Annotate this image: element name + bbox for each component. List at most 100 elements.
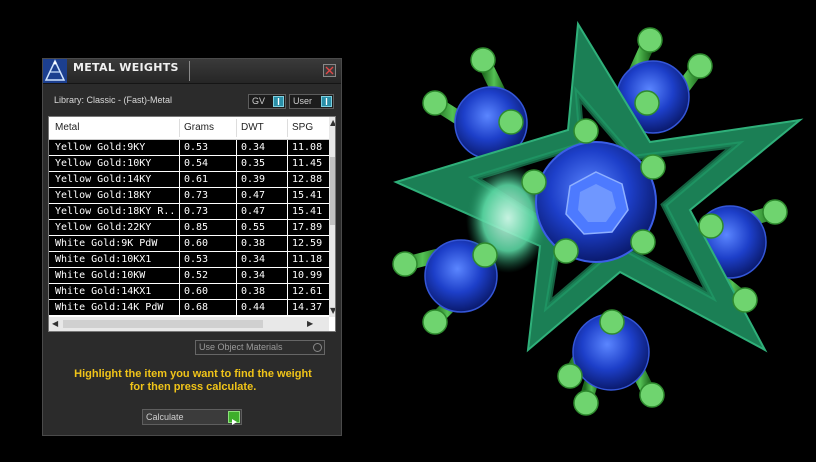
chevron-right-icon[interactable]: ▶ bbox=[307, 320, 313, 328]
table-row[interactable]: Yellow Gold:22KY 0.85 0.55 17.89 bbox=[49, 220, 329, 236]
metal-cell: Yellow Gold:9KY bbox=[55, 142, 146, 153]
cell-divider bbox=[179, 188, 180, 204]
dwt-cell: 0.34 bbox=[241, 270, 266, 281]
metal-cell: White Gold:14K PdW bbox=[55, 302, 164, 313]
spg-cell: 11.08 bbox=[292, 142, 323, 153]
table-row[interactable]: Yellow Gold:14KY 0.61 0.39 12.88 bbox=[49, 172, 329, 188]
metal-cell: White Gold:14KX1 bbox=[55, 286, 152, 297]
cell-divider bbox=[179, 156, 180, 172]
grams-cell: 0.61 bbox=[184, 174, 209, 185]
cell-divider bbox=[179, 268, 180, 284]
vertical-scrollbar[interactable]: ▲ ▼ bbox=[329, 117, 335, 317]
spg-cell: 14.37 bbox=[292, 302, 323, 313]
dwt-cell: 0.35 bbox=[241, 158, 266, 169]
horizontal-scrollbar[interactable]: ◀ ▶ bbox=[49, 317, 329, 331]
user-select[interactable]: User bbox=[289, 94, 334, 109]
metal-table[interactable]: Metal Grams DWT SPG Yellow Gold:9KY 0.53 0… bbox=[48, 116, 336, 332]
cell-divider bbox=[287, 284, 288, 300]
spg-cell: 11.18 bbox=[292, 254, 323, 265]
column-header-metal[interactable]: Metal bbox=[55, 122, 79, 133]
cell-divider bbox=[287, 220, 288, 236]
chevron-left-icon[interactable]: ◀ bbox=[52, 320, 58, 328]
metal-weights-panel: METAL WEIGHTS Library: Classic - (Fast)-… bbox=[42, 58, 342, 436]
spg-cell: 12.88 bbox=[292, 174, 323, 185]
cell-divider bbox=[287, 300, 288, 316]
dwt-cell: 0.38 bbox=[241, 238, 266, 249]
close-icon bbox=[325, 66, 334, 75]
spg-cell: 10.99 bbox=[292, 270, 323, 281]
cell-divider bbox=[179, 140, 180, 156]
table-row[interactable]: Yellow Gold:18KY 0.73 0.47 15.41 bbox=[49, 188, 329, 204]
table-row[interactable]: Yellow Gold:18KY R... 0.73 0.47 15.41 bbox=[49, 204, 329, 220]
column-header-dwt[interactable]: DWT bbox=[241, 122, 264, 133]
cell-divider bbox=[179, 220, 180, 236]
metal-cell: Yellow Gold:22KY bbox=[55, 222, 152, 233]
table-row[interactable]: White Gold:14K PdW 0.68 0.44 14.37 bbox=[49, 300, 329, 316]
row-divider bbox=[49, 315, 329, 316]
spg-cell: 12.61 bbox=[292, 286, 323, 297]
table-row[interactable]: White Gold:9K PdW 0.60 0.38 12.59 bbox=[49, 236, 329, 252]
cell-divider bbox=[236, 300, 237, 316]
column-header-spg[interactable]: SPG bbox=[292, 122, 313, 133]
cell-divider bbox=[236, 156, 237, 172]
chevron-down-icon[interactable]: ▼ bbox=[330, 307, 335, 315]
table-row[interactable]: White Gold:10KW 0.52 0.34 10.99 bbox=[49, 268, 329, 284]
dwt-cell: 0.34 bbox=[241, 142, 266, 153]
grams-cell: 0.85 bbox=[184, 222, 209, 233]
chevron-down-icon[interactable] bbox=[321, 96, 332, 107]
table-row[interactable]: White Gold:10KX1 0.53 0.34 11.18 bbox=[49, 252, 329, 268]
table-header: Metal Grams DWT SPG bbox=[49, 117, 329, 140]
cell-divider bbox=[287, 236, 288, 252]
horizontal-scroll-thumb[interactable] bbox=[63, 320, 263, 328]
table-row[interactable]: White Gold:14KX1 0.60 0.38 12.61 bbox=[49, 284, 329, 300]
gv-select-label: GV bbox=[252, 96, 266, 106]
cell-divider bbox=[179, 252, 180, 268]
grams-cell: 0.53 bbox=[184, 254, 209, 265]
column-divider bbox=[179, 119, 180, 137]
cell-divider bbox=[287, 140, 288, 156]
grams-cell: 0.52 bbox=[184, 270, 209, 281]
table-row[interactable]: Yellow Gold:10KY 0.54 0.35 11.45 bbox=[49, 156, 329, 172]
use-object-materials-toggle[interactable]: Use Object Materials bbox=[195, 340, 325, 355]
column-divider bbox=[236, 119, 237, 137]
cell-divider bbox=[287, 188, 288, 204]
grams-cell: 0.73 bbox=[184, 206, 209, 217]
cell-divider bbox=[236, 236, 237, 252]
calculate-button[interactable]: Calculate bbox=[142, 409, 242, 425]
table-row[interactable]: Yellow Gold:9KY 0.53 0.34 11.08 bbox=[49, 140, 329, 156]
metal-cell: Yellow Gold:18KY R... bbox=[55, 206, 177, 217]
vertical-scroll-thumb[interactable] bbox=[330, 157, 335, 225]
close-button[interactable] bbox=[323, 64, 336, 77]
chevron-down-icon[interactable] bbox=[273, 96, 284, 107]
play-icon[interactable] bbox=[228, 411, 240, 425]
cell-divider bbox=[179, 300, 180, 316]
radio-icon[interactable] bbox=[313, 343, 322, 352]
table-body: Yellow Gold:9KY 0.53 0.34 11.08 Yellow Gold:… bbox=[49, 140, 329, 316]
column-divider bbox=[287, 119, 288, 137]
spg-cell: 15.41 bbox=[292, 206, 323, 217]
cell-divider bbox=[179, 284, 180, 300]
gv-select[interactable]: GV bbox=[248, 94, 286, 109]
cell-divider bbox=[236, 204, 237, 220]
cell-divider bbox=[236, 252, 237, 268]
metal-cell: White Gold:10KW bbox=[55, 270, 146, 281]
spg-cell: 15.41 bbox=[292, 190, 323, 201]
metal-cell: Yellow Gold:14KY bbox=[55, 174, 152, 185]
dwt-cell: 0.44 bbox=[241, 302, 266, 313]
chevron-up-icon[interactable]: ▲ bbox=[330, 119, 335, 127]
column-header-grams[interactable]: Grams bbox=[184, 122, 214, 133]
cell-divider bbox=[287, 268, 288, 284]
title-bar[interactable]: METAL WEIGHTS bbox=[43, 59, 341, 84]
dwt-cell: 0.39 bbox=[241, 174, 266, 185]
cell-divider bbox=[287, 204, 288, 220]
cell-divider bbox=[236, 172, 237, 188]
cell-divider bbox=[179, 204, 180, 220]
dwt-cell: 0.47 bbox=[241, 206, 266, 217]
dwt-cell: 0.38 bbox=[241, 286, 266, 297]
cell-divider bbox=[236, 140, 237, 156]
dwt-cell: 0.34 bbox=[241, 254, 266, 265]
grams-cell: 0.68 bbox=[184, 302, 209, 313]
spg-cell: 17.89 bbox=[292, 222, 323, 233]
metal-cell: Yellow Gold:18KY bbox=[55, 190, 152, 201]
metal-cell: White Gold:10KX1 bbox=[55, 254, 152, 265]
